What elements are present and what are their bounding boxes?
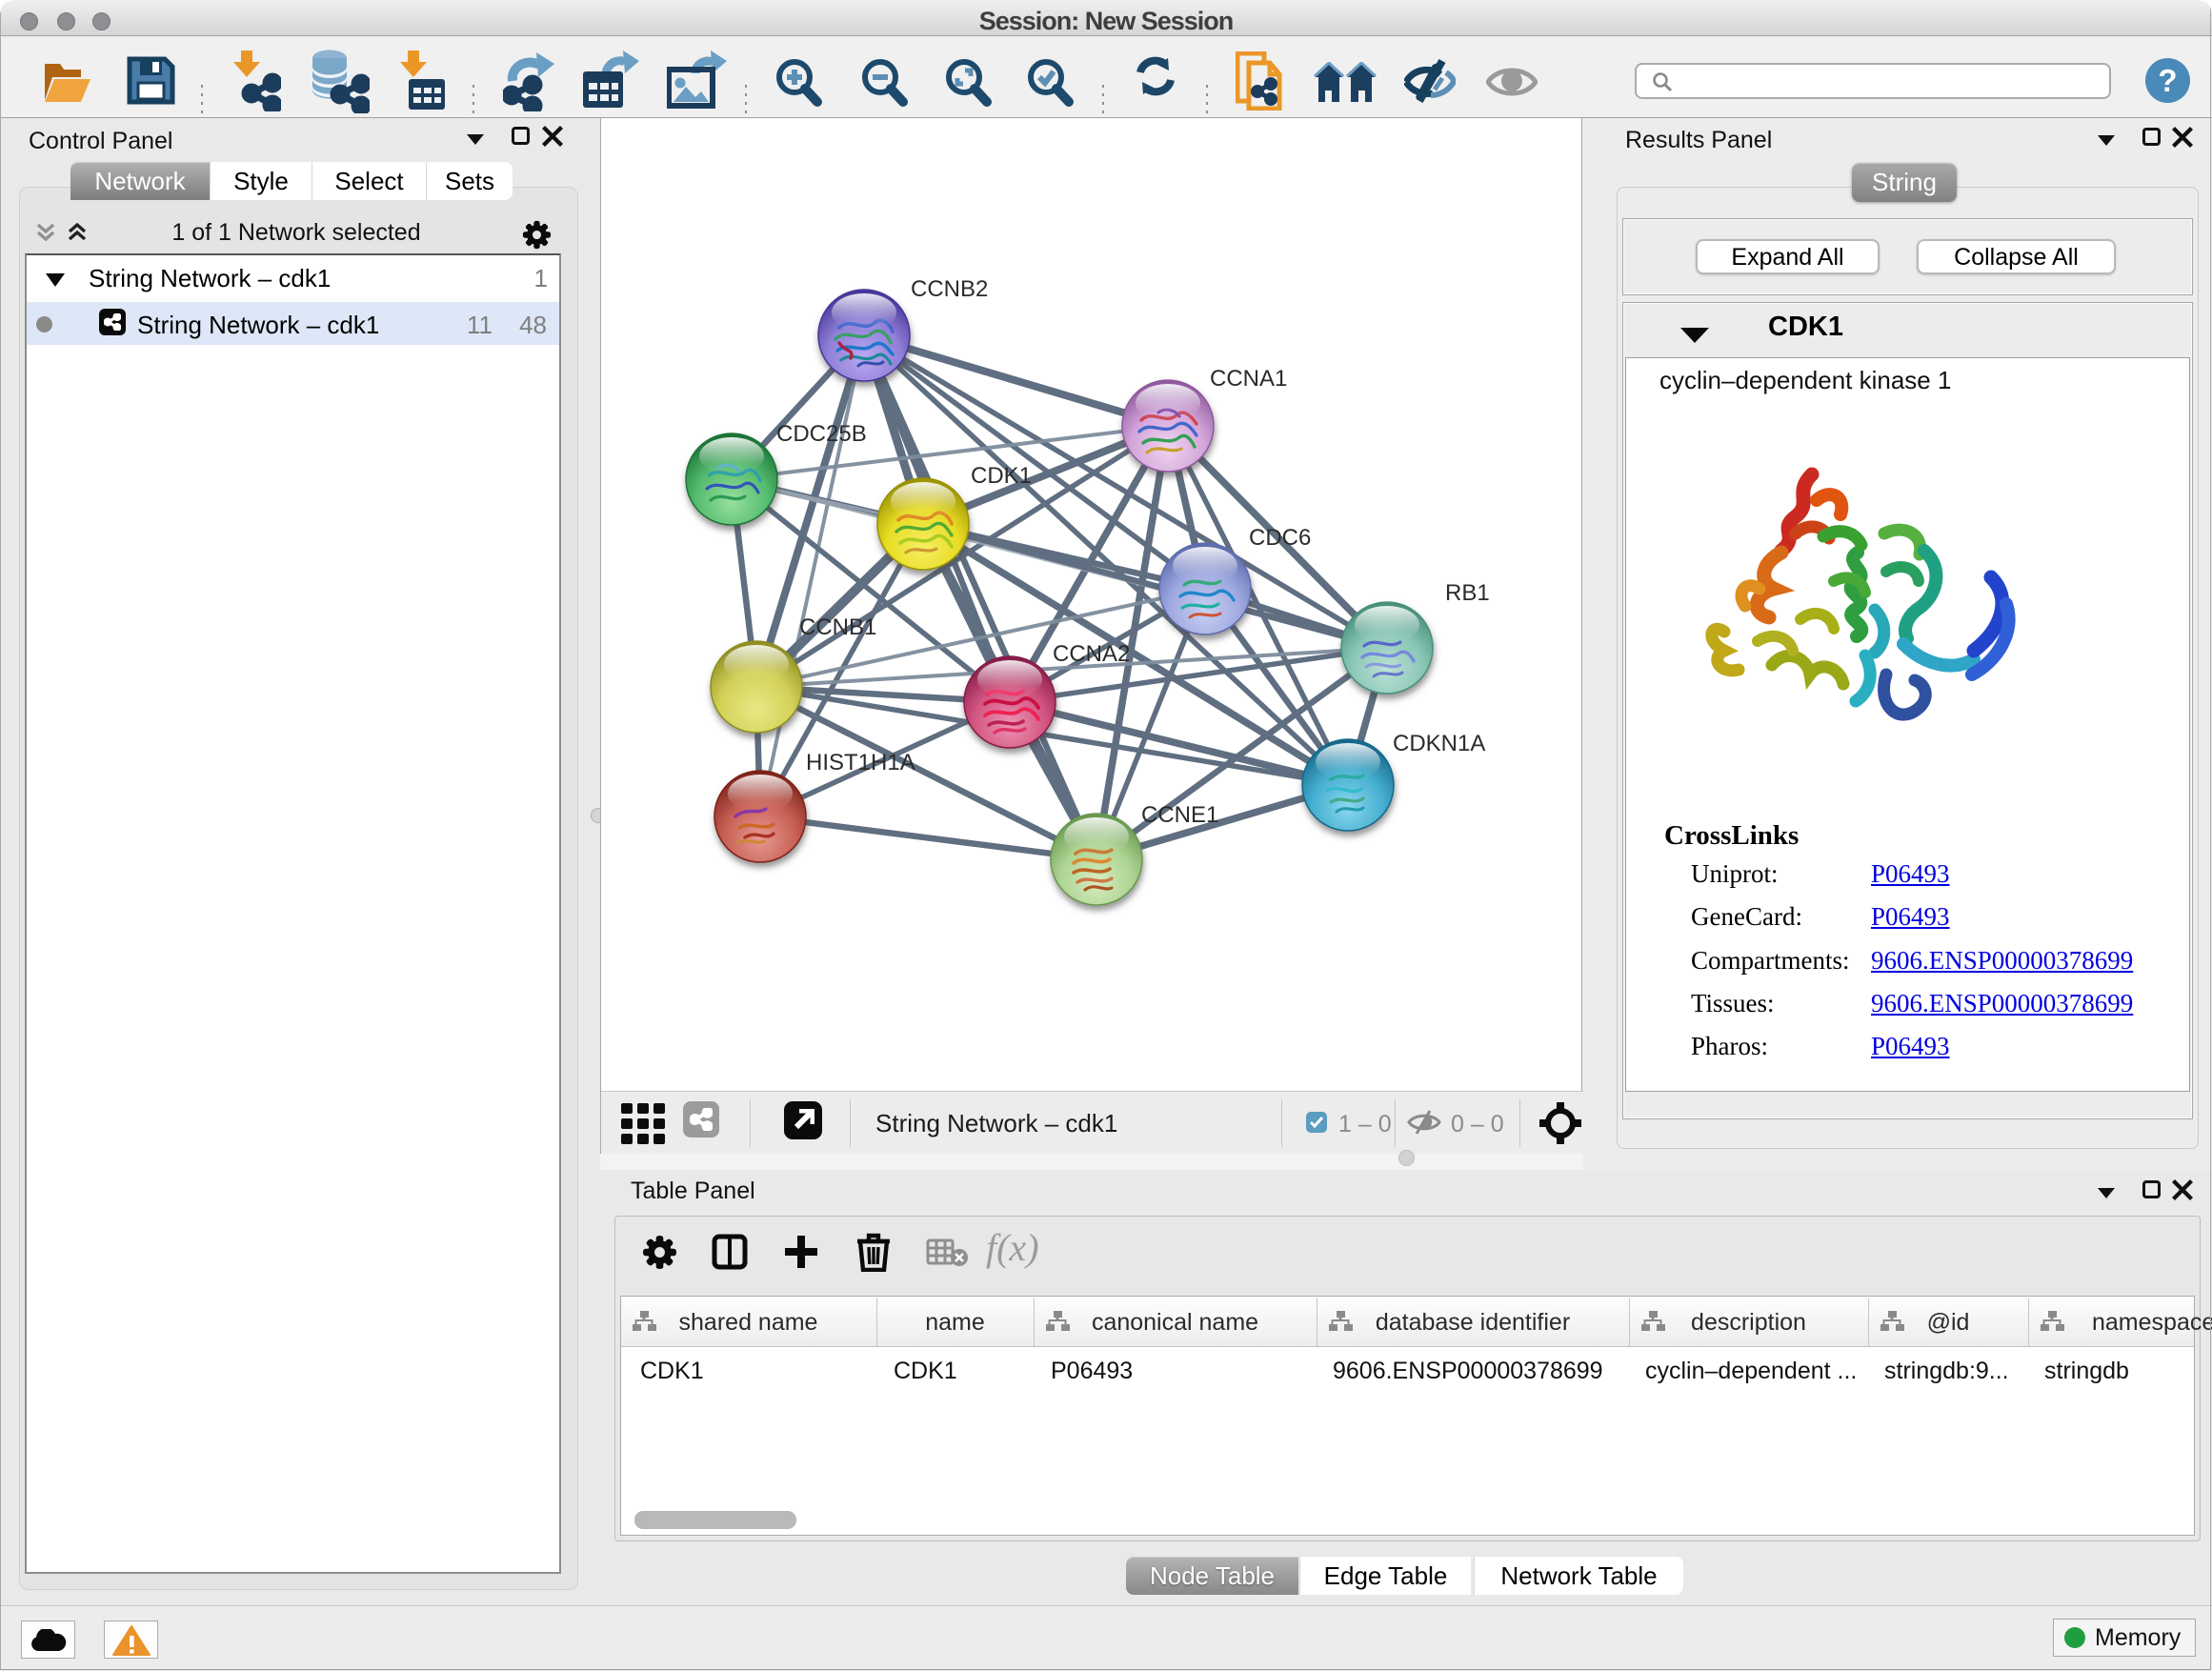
svg-text:CDC6: CDC6 xyxy=(1249,525,1311,551)
svg-text:CDK1: CDK1 xyxy=(971,463,1032,489)
svg-text:CDKN1A: CDKN1A xyxy=(1393,731,1485,756)
svg-text:CCNA1: CCNA1 xyxy=(1210,366,1287,392)
svg-text:CDC25B: CDC25B xyxy=(776,421,867,447)
svg-text:CCNB1: CCNB1 xyxy=(799,614,876,640)
svg-text:CCNE1: CCNE1 xyxy=(1141,802,1218,828)
svg-text:HIST1H1A: HIST1H1A xyxy=(806,750,915,775)
svg-text:CCNB2: CCNB2 xyxy=(911,276,988,302)
svg-text:RB1: RB1 xyxy=(1445,580,1490,606)
svg-text:CCNA2: CCNA2 xyxy=(1053,641,1130,667)
